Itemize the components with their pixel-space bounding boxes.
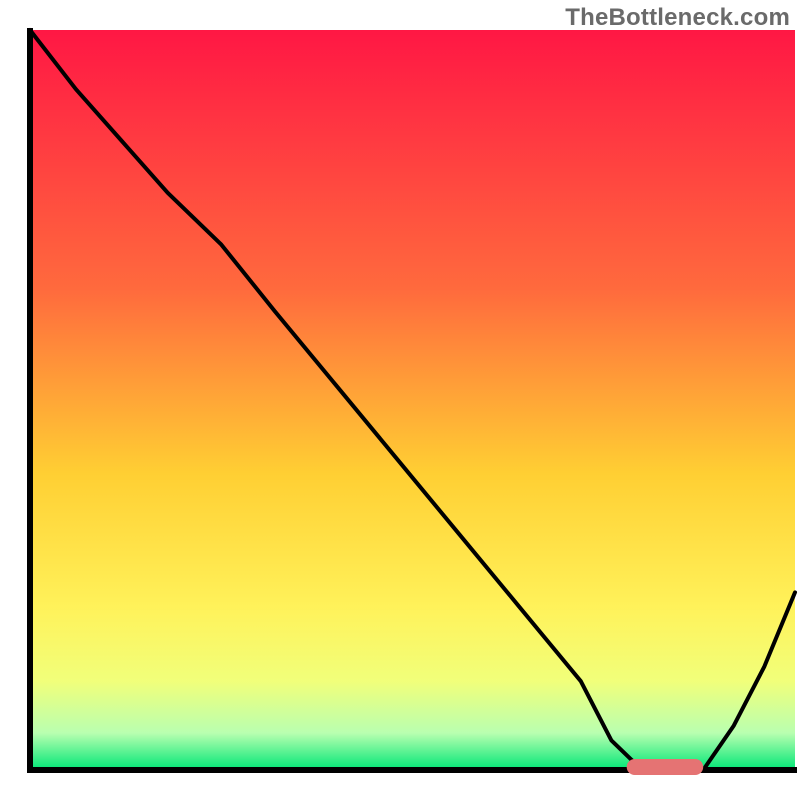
bottleneck-chart bbox=[0, 0, 800, 800]
plot-background bbox=[30, 30, 795, 770]
chart-stage: TheBottleneck.com bbox=[0, 0, 800, 800]
optimal-range-marker bbox=[627, 759, 704, 775]
